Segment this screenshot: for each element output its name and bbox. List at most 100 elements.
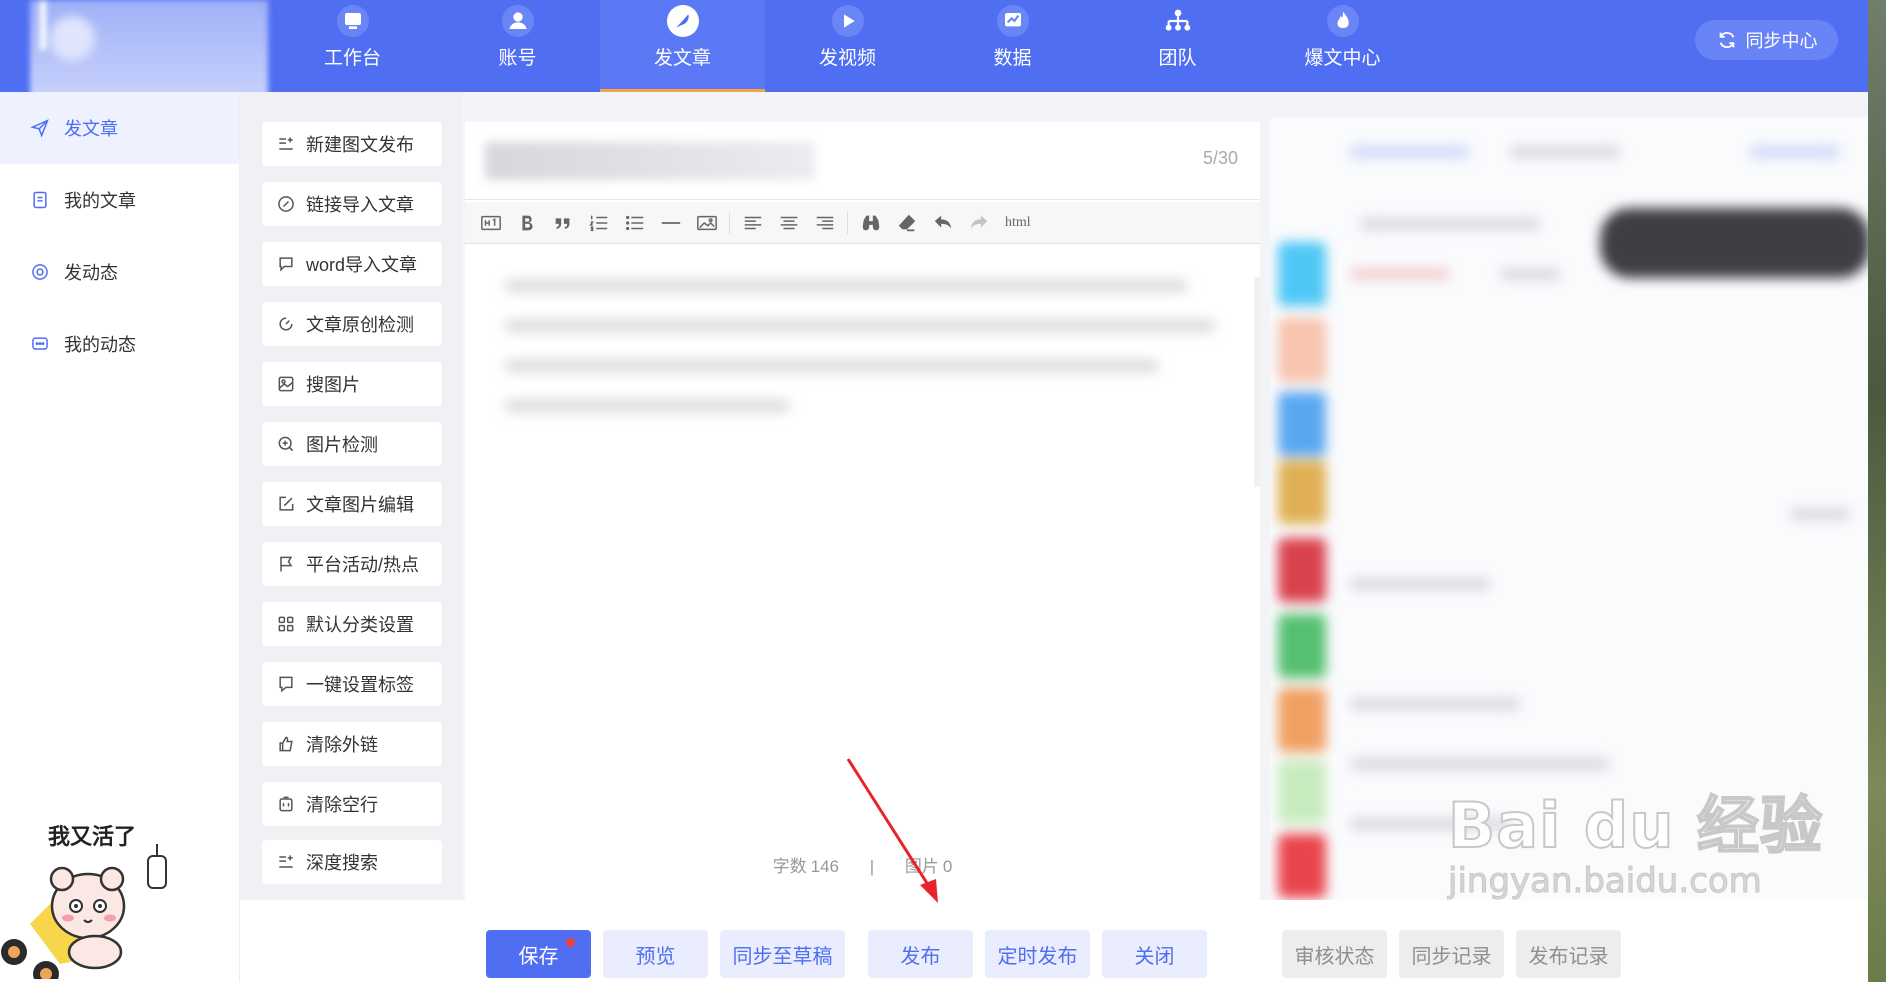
nav-item-account[interactable]: 账号 xyxy=(435,0,600,92)
nav-label: 发文章 xyxy=(653,48,711,69)
bullet-list-button[interactable] xyxy=(621,209,648,236)
tool-import-link-button[interactable]: 链接导入文章 xyxy=(262,182,442,226)
publish-button[interactable]: 发布 xyxy=(868,930,973,978)
horizontal-rule-button[interactable] xyxy=(657,209,684,236)
nav-item-team[interactable]: 团队 xyxy=(1095,0,1260,92)
tool-image-check-button[interactable]: 图片检测 xyxy=(262,422,442,466)
tool-label: 搜图片 xyxy=(306,375,360,395)
tool-label: word导入文章 xyxy=(306,255,418,275)
preview-button[interactable]: 预览 xyxy=(603,930,708,978)
image-icon xyxy=(696,215,717,230)
left-sidebar: 发文章 我的文章 发动态 我的动态 我又活了 xyxy=(0,92,240,982)
tool-label: 深度搜索 xyxy=(306,853,378,873)
tool-platform-events-button[interactable]: 平台活动/热点 xyxy=(262,542,442,586)
article-body[interactable] xyxy=(505,280,1215,430)
feather-icon xyxy=(666,5,699,37)
editor-scrollbar[interactable] xyxy=(1254,277,1260,487)
sync-log-button[interactable]: 同步记录 xyxy=(1399,930,1504,978)
tool-clear-blank-lines-button[interactable]: 清除空行 xyxy=(262,782,442,826)
binoculars-icon xyxy=(862,215,879,230)
save-button[interactable]: 保存 xyxy=(486,930,591,978)
list-add-icon xyxy=(279,137,293,150)
top-navbar: 工作台 账号 发文章 发视频 数据 团队 爆文中心 同步中心 xyxy=(0,0,1868,100)
sidebar-item-my-articles[interactable]: 我的文章 xyxy=(0,164,239,236)
quote-button[interactable] xyxy=(549,209,576,236)
nav-item-workbench[interactable]: 工作台 xyxy=(270,0,435,92)
unsaved-badge xyxy=(566,938,575,947)
redo-button[interactable] xyxy=(965,209,992,236)
nav-item-data[interactable]: 数据 xyxy=(930,0,1095,92)
bullet-list-icon xyxy=(625,215,643,230)
horizontal-rule-icon xyxy=(661,221,680,224)
publish-label: 发布 xyxy=(900,945,941,968)
nav-label: 爆文中心 xyxy=(1304,48,1381,69)
nav-item-post-video[interactable]: 发视频 xyxy=(765,0,930,92)
tool-image-edit-button[interactable]: 文章图片编辑 xyxy=(262,482,442,526)
nav-item-post-article[interactable]: 发文章 xyxy=(600,0,765,92)
sync-to-draft-button[interactable]: 同步至草稿 xyxy=(720,930,845,978)
edit-icon xyxy=(279,496,294,511)
baidu-jingyan-watermark: Bai du 经验 jingyan.baidu.com xyxy=(1447,775,1824,902)
html-source-button[interactable]: html xyxy=(1001,209,1035,236)
sync-to-draft-label: 同步至草稿 xyxy=(732,945,833,968)
tool-label: 平台活动/热点 xyxy=(306,555,420,575)
schedule-publish-button[interactable]: 定时发布 xyxy=(985,930,1090,978)
align-right-button[interactable] xyxy=(811,209,838,236)
sync-center-label: 同步中心 xyxy=(1745,31,1818,51)
undo-button[interactable] xyxy=(929,209,956,236)
toolbar-separator xyxy=(847,211,848,234)
tool-clear-external-links-button[interactable]: 清除外链 xyxy=(262,722,442,766)
align-left-button[interactable] xyxy=(739,209,766,236)
preview-label: 预览 xyxy=(635,945,676,968)
tool-deep-search-button[interactable]: 深度搜索 xyxy=(262,840,442,884)
sync-center-button[interactable]: 同步中心 xyxy=(1695,20,1838,60)
user-icon xyxy=(501,5,534,37)
clear-format-button[interactable] xyxy=(893,209,920,236)
ordered-list-icon xyxy=(588,215,607,231)
redo-icon xyxy=(970,215,987,228)
toolbar-separator xyxy=(729,211,730,234)
word-import-icon xyxy=(279,257,293,272)
bear-sticker[interactable]: 我又活了 xyxy=(0,814,180,979)
send-icon xyxy=(30,119,49,138)
close-button[interactable]: 关闭 xyxy=(1102,930,1207,978)
nav-item-hot-articles[interactable]: 爆文中心 xyxy=(1260,0,1425,92)
tool-label: 新建图文发布 xyxy=(306,135,414,155)
publish-log-button[interactable]: 发布记录 xyxy=(1516,930,1621,978)
close-label: 关闭 xyxy=(1134,945,1175,968)
tool-set-tags-button[interactable]: 一键设置标签 xyxy=(262,662,442,706)
align-center-button[interactable] xyxy=(775,209,802,236)
tool-search-images-button[interactable]: 搜图片 xyxy=(262,362,442,406)
tool-label: 链接导入文章 xyxy=(306,195,414,215)
app-logo[interactable] xyxy=(30,0,268,100)
tool-import-word-button[interactable]: word导入文章 xyxy=(262,242,442,286)
quote-icon xyxy=(555,217,569,229)
monitor-icon xyxy=(336,5,369,37)
tool-label: 文章图片编辑 xyxy=(306,495,414,515)
schedule-publish-label: 定时发布 xyxy=(997,945,1078,968)
review-status-button[interactable]: 审核状态 xyxy=(1282,930,1387,978)
flag-icon xyxy=(280,556,293,572)
align-center-icon xyxy=(780,216,797,229)
sync-log-label: 同步记录 xyxy=(1411,945,1492,968)
sidebar-item-my-moments[interactable]: 我的动态 xyxy=(0,308,239,380)
bold-button[interactable] xyxy=(513,209,540,236)
zoom-icon xyxy=(278,436,294,452)
tool-originality-check-button[interactable]: 文章原创检测 xyxy=(262,302,442,346)
sidebar-item-post-article[interactable]: 发文章 xyxy=(0,92,239,164)
tool-default-category-button[interactable]: 默认分类设置 xyxy=(262,602,442,646)
ordered-list-button[interactable] xyxy=(585,209,612,236)
nav-label: 团队 xyxy=(1158,48,1197,69)
publish-log-label: 发布记录 xyxy=(1528,945,1609,968)
nav-label: 发视频 xyxy=(818,48,876,69)
chart-icon xyxy=(996,5,1029,37)
watermark-brand: Bai du 经验 xyxy=(1447,788,1824,863)
heading-button[interactable] xyxy=(477,209,504,236)
insert-image-button[interactable] xyxy=(693,209,720,236)
sidebar-item-post-moment[interactable]: 发动态 xyxy=(0,236,239,308)
find-replace-button[interactable] xyxy=(857,209,884,236)
fire-icon xyxy=(1326,5,1359,37)
tool-new-post-button[interactable]: 新建图文发布 xyxy=(262,122,442,166)
title-input[interactable] xyxy=(485,142,815,180)
editor-toolbar: html xyxy=(465,202,1260,244)
